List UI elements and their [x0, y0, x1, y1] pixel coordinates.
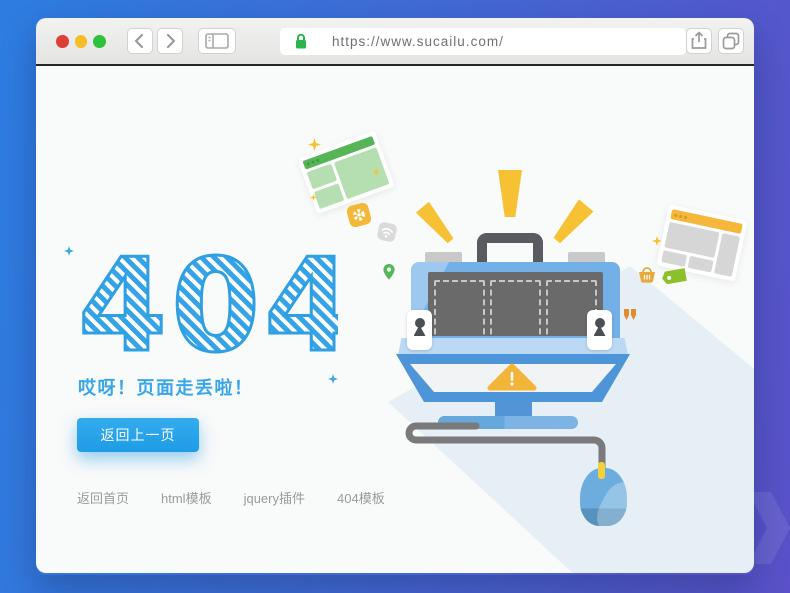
browser-window: https://www.sucailu.com/ 404 哎呀！页面走丢啦！ 返… — [36, 18, 754, 575]
back-button[interactable] — [127, 28, 154, 54]
forward-button[interactable] — [157, 28, 184, 54]
sidebar-icon — [205, 33, 229, 49]
page-content: 404 哎呀！页面走丢啦！ 返回上一页 返回首页 html模板 jquery插件… — [36, 66, 754, 573]
mouse-wheel — [598, 462, 605, 479]
copy-icon — [722, 32, 740, 50]
url-text: https://www.sucailu.com/ — [332, 33, 504, 49]
sidebar-toggle-button[interactable] — [198, 28, 237, 54]
background-chevron-decoration — [748, 492, 790, 564]
back-icon — [134, 33, 144, 49]
minimize-window-button[interactable] — [74, 34, 88, 48]
browser-toolbar: https://www.sucailu.com/ — [36, 18, 754, 66]
tabs-overview-button[interactable] — [718, 28, 744, 54]
share-icon — [691, 31, 707, 49]
forward-icon — [166, 33, 176, 49]
address-bar[interactable]: https://www.sucailu.com/ — [280, 27, 686, 55]
share-button[interactable] — [686, 28, 712, 54]
monitor-base-and-cable — [396, 354, 630, 474]
close-window-button[interactable] — [56, 34, 69, 48]
lock-icon — [296, 33, 307, 48]
zoom-window-button[interactable] — [93, 34, 107, 48]
